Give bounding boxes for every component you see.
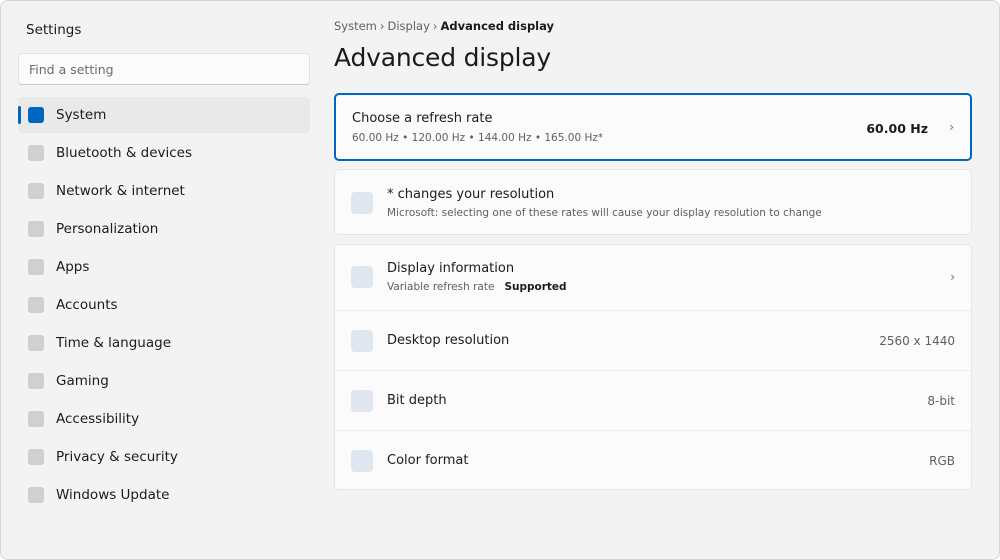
resolution-note-card: * changes your resolution Microsoft: sel…	[334, 169, 972, 235]
breadcrumb: System › Display › Advanced display	[334, 19, 554, 33]
sidebar-item-label: Personalization	[56, 221, 159, 237]
note-title: * changes your resolution	[387, 187, 555, 202]
sidebar-item-label: Gaming	[56, 373, 109, 389]
refresh-rate-title: Choose a refresh rate	[352, 111, 493, 126]
system-icon	[28, 107, 44, 123]
privacy-icon	[28, 449, 44, 465]
breadcrumb-item-display[interactable]: Display	[388, 19, 430, 33]
sidebar-item-label: Bluetooth & devices	[56, 145, 193, 161]
sidebar-item-label: System	[56, 107, 107, 123]
sidebar-item-label: Network & internet	[56, 183, 185, 199]
bit-depth-title: Bit depth	[387, 393, 447, 408]
gaming-icon	[28, 373, 44, 389]
sidebar-item-label: Privacy & security	[56, 449, 178, 465]
vrr-label: Variable refresh rate	[387, 281, 495, 293]
accounts-icon	[28, 297, 44, 313]
note-subtitle: Microsoft: selecting one of these rates …	[387, 207, 822, 219]
color-format-icon	[351, 450, 373, 472]
sidebar-item-windows-update[interactable]: Windows Update	[18, 477, 310, 513]
apps-icon	[28, 259, 44, 275]
sidebar-item-network-internet[interactable]: Network & internet	[18, 173, 310, 209]
display-info-card: Display information Variable refresh rat…	[334, 244, 972, 490]
breadcrumb-separator: ›	[379, 19, 385, 33]
chevron-right-icon: ›	[949, 120, 954, 134]
bluetooth-icon	[28, 145, 44, 161]
bit-depth-row: Bit depth 8-bit	[335, 370, 971, 430]
sidebar-item-apps[interactable]: Apps	[18, 249, 310, 285]
breadcrumb-item-system[interactable]: System	[334, 19, 377, 33]
resolution-icon	[351, 330, 373, 352]
sidebar-item-gaming[interactable]: Gaming	[18, 363, 310, 399]
desktop-resolution-row: Desktop resolution 2560 x 1440	[335, 310, 971, 370]
sidebar-item-label: Windows Update	[56, 487, 170, 503]
bit-depth-icon	[351, 390, 373, 412]
sidebar-item-privacy-security[interactable]: Privacy & security	[18, 439, 310, 475]
sidebar-item-label: Apps	[56, 259, 90, 275]
sidebar-item-accounts[interactable]: Accounts	[18, 287, 310, 323]
sidebar-item-label: Time & language	[56, 335, 172, 351]
sidebar-item-label: Accounts	[56, 297, 118, 313]
refresh-rate-value: 60.00 Hz	[866, 121, 928, 136]
sidebar-item-system[interactable]: System	[18, 97, 310, 133]
app-title: Settings	[26, 22, 82, 38]
selection-indicator	[18, 106, 21, 124]
vrr-value: Supported	[504, 281, 567, 293]
display-information-title: Display information	[387, 261, 515, 276]
network-icon	[28, 183, 44, 199]
display-information-subtitle: Variable refresh rate Supported	[387, 281, 567, 293]
sidebar-item-time-language[interactable]: Time & language	[18, 325, 310, 361]
sidebar: Settings System Bluetooth & devices Netw…	[1, 1, 319, 559]
desktop-resolution-title: Desktop resolution	[387, 333, 510, 348]
page-title: Advanced display	[334, 43, 552, 72]
info-icon	[351, 192, 373, 214]
main-content: System › Display › Advanced display Advanced…	[334, 1, 972, 559]
settings-window: Settings System Bluetooth & devices Netw…	[0, 0, 1000, 560]
breadcrumb-separator: ›	[432, 19, 438, 33]
accessibility-icon	[28, 411, 44, 427]
display-information-row[interactable]: Display information Variable refresh rat…	[335, 245, 971, 310]
sidebar-nav: System Bluetooth & devices Network & int…	[18, 97, 310, 515]
refresh-rate-card[interactable]: Choose a refresh rate 60.00 Hz • 120.00 …	[334, 93, 972, 161]
sidebar-item-personalization[interactable]: Personalization	[18, 211, 310, 247]
search-input[interactable]	[18, 53, 310, 85]
color-format-value: RGB	[929, 454, 955, 468]
bit-depth-value: 8-bit	[927, 394, 955, 408]
sidebar-item-bluetooth-devices[interactable]: Bluetooth & devices	[18, 135, 310, 171]
color-format-row: Color format RGB	[335, 430, 971, 490]
monitor-icon	[351, 266, 373, 288]
sidebar-item-accessibility[interactable]: Accessibility	[18, 401, 310, 437]
refresh-rate-options: 60.00 Hz • 120.00 Hz • 144.00 Hz • 165.0…	[352, 132, 604, 144]
color-format-title: Color format	[387, 453, 469, 468]
desktop-resolution-value: 2560 x 1440	[879, 334, 955, 348]
breadcrumb-current: Advanced display	[440, 19, 555, 33]
time-language-icon	[28, 335, 44, 351]
chevron-right-icon: ›	[950, 270, 955, 284]
sidebar-item-label: Accessibility	[56, 411, 140, 427]
windows-update-icon	[28, 487, 44, 503]
personalization-icon	[28, 221, 44, 237]
